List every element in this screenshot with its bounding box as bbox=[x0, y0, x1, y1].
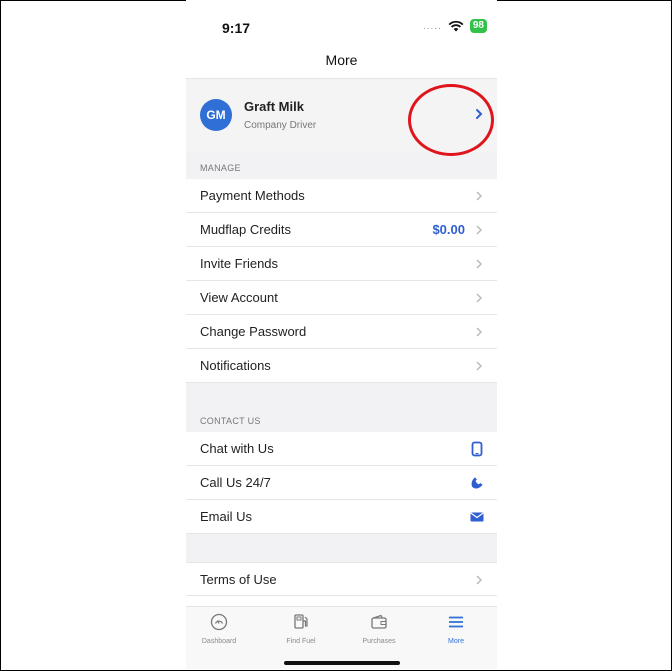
menu-item-payment-methods[interactable]: Payment Methods bbox=[186, 179, 497, 213]
tab-more[interactable]: More bbox=[426, 613, 486, 645]
chevron-right-icon bbox=[476, 191, 482, 201]
menu-item-notifications[interactable]: Notifications bbox=[186, 349, 497, 383]
dashboard-gauge-icon bbox=[210, 613, 228, 631]
contact-section-header: CONTACT US bbox=[186, 383, 497, 432]
profile-role: Company Driver bbox=[244, 120, 317, 131]
menu-item-chat-with-us[interactable]: Chat with Us bbox=[186, 432, 497, 466]
page-title: More bbox=[325, 52, 358, 68]
home-indicator bbox=[284, 661, 400, 665]
battery-icon: 98 bbox=[469, 19, 487, 33]
menu-item-invite-friends[interactable]: Invite Friends bbox=[186, 247, 497, 281]
tab-dashboard[interactable]: Dashboard bbox=[189, 613, 249, 645]
cellular-signal-icon: ..... bbox=[422, 20, 442, 32]
contact-header-label: CONTACT US bbox=[200, 416, 261, 426]
profile-name: Graft Milk bbox=[244, 99, 304, 114]
menu-item-label: Chat with Us bbox=[200, 441, 274, 456]
menu-icon bbox=[449, 616, 463, 628]
tab-purchases[interactable]: Purchases bbox=[349, 613, 409, 645]
status-time: 9:17 bbox=[222, 20, 251, 36]
menu-item-email-us[interactable]: Email Us bbox=[186, 500, 497, 534]
menu-item-label: View Account bbox=[200, 290, 278, 305]
status-indicators: ..... 98 bbox=[423, 19, 487, 33]
menu-item-label: Payment Methods bbox=[200, 188, 305, 203]
phone-call-icon bbox=[471, 477, 483, 489]
section-spacer bbox=[186, 534, 497, 562]
tab-label: Purchases bbox=[362, 638, 396, 645]
menu-item-label: Invite Friends bbox=[200, 256, 279, 271]
menu-item-terms-of-use[interactable]: Terms of Use bbox=[186, 562, 497, 596]
tab-label: Dashboard bbox=[201, 638, 237, 645]
menu-item-view-account[interactable]: View Account bbox=[186, 281, 497, 315]
tab-bar: Dashboard Find Fuel Purchases More bbox=[186, 606, 497, 669]
tab-label: Find Fuel bbox=[286, 638, 316, 645]
manage-section-header: MANAGE bbox=[186, 152, 497, 179]
menu-item-label: Email Us bbox=[200, 509, 253, 524]
manage-header-label: MANAGE bbox=[200, 163, 241, 173]
menu-item-label: Call Us 24/7 bbox=[200, 475, 271, 490]
tab-find-fuel[interactable]: Find Fuel bbox=[271, 613, 331, 645]
tab-label: More bbox=[448, 638, 464, 645]
credits-value: $0.00 bbox=[432, 222, 465, 237]
chevron-right-icon bbox=[476, 575, 482, 585]
menu-item-mudflap-credits[interactable]: Mudflap Credits $0.00 bbox=[186, 213, 497, 247]
nav-bar: More bbox=[186, 48, 497, 78]
menu-item-label: Mudflap Credits bbox=[200, 222, 292, 237]
chevron-right-icon bbox=[476, 327, 482, 337]
wallet-icon bbox=[371, 614, 387, 629]
chevron-right-icon bbox=[476, 225, 482, 235]
menu-item-label: Change Password bbox=[200, 324, 307, 339]
envelope-icon bbox=[470, 512, 484, 522]
menu-item-call-us[interactable]: Call Us 24/7 bbox=[186, 466, 497, 500]
wifi-icon bbox=[448, 20, 464, 32]
fuel-pump-icon bbox=[294, 614, 308, 629]
menu-item-change-password[interactable]: Change Password bbox=[186, 315, 497, 349]
menu-item-label: Terms of Use bbox=[200, 572, 277, 587]
status-bar: 9:17 ..... 98 bbox=[186, 0, 497, 48]
menu-item-label: Notifications bbox=[200, 358, 271, 373]
chevron-right-icon bbox=[476, 259, 482, 269]
chevron-right-icon bbox=[476, 361, 482, 371]
avatar: GM bbox=[200, 99, 232, 131]
chevron-right-icon bbox=[476, 293, 482, 303]
phone-device-icon bbox=[471, 441, 483, 457]
annotation-circle bbox=[408, 84, 494, 156]
